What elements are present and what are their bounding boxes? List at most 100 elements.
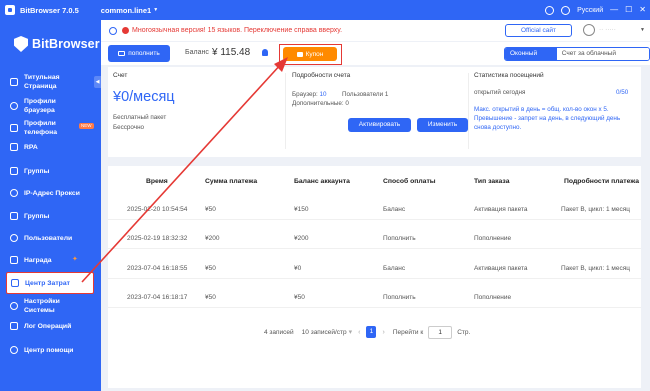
- main-content: Многоязычная версия! 15 языков. Переключ…: [101, 20, 650, 391]
- sidebar-item-operation-log[interactable]: Лог Операций: [6, 319, 94, 333]
- maximize-icon[interactable]: ☐: [625, 6, 632, 14]
- change-button[interactable]: Изменить: [417, 118, 468, 132]
- row-method: Пополнить: [383, 294, 416, 301]
- sidebar-item-groups-2[interactable]: Группы: [6, 209, 94, 223]
- browsers-value: 10: [319, 91, 327, 98]
- row-time: 2023-07-04 16:18:17: [127, 294, 188, 301]
- goto-page-input[interactable]: 1: [428, 325, 453, 339]
- browsers-label: Браузер:: [292, 91, 318, 98]
- goto-suffix: Стр.: [457, 328, 471, 336]
- app-logo-icon: [5, 5, 15, 15]
- coupon-button[interactable]: Купон: [283, 47, 337, 61]
- sidebar-item-rpa[interactable]: RPA: [6, 140, 94, 154]
- official-site-button[interactable]: Official сайт: [505, 24, 572, 37]
- sidebar-item-billing-center[interactable]: Центр Затрат: [6, 272, 94, 294]
- sidebar-item-label: Системы: [24, 307, 55, 314]
- table-header: Время Сумма платежа Баланс аккаунта Спос…: [108, 178, 641, 188]
- sidebar: BitBrowser ◀ Титульная Страница Профили бр…: [0, 20, 101, 391]
- notice-text: Многоязычная версия! 15 языков. Переключ…: [132, 27, 343, 34]
- chevron-down-icon[interactable]: ▾: [349, 328, 353, 336]
- opened-today-ratio: 0/50: [616, 89, 629, 96]
- log-icon: [10, 322, 18, 330]
- sidebar-item-label: браузера: [24, 107, 55, 114]
- account-type-switch: Оконный счет Счет за облачный телефон: [504, 47, 650, 61]
- chevron-down-icon[interactable]: ▼: [153, 7, 158, 13]
- account-summary: Счет ¥0/месяц Бесплатный пакет Бессрочно…: [108, 67, 641, 157]
- warning-icon: [122, 27, 129, 34]
- minimize-icon[interactable]: —: [610, 6, 618, 14]
- brand-logo-icon: [14, 36, 28, 52]
- coupon-icon: [296, 51, 303, 57]
- brand: BitBrowser: [14, 36, 100, 52]
- sidebar-item-browser-profiles[interactable]: Профили браузера: [6, 96, 94, 116]
- app-title: BitBrowser 7.0.5: [20, 5, 79, 15]
- collapse-sidebar-button[interactable]: ◀: [94, 76, 101, 88]
- row-type: Пополнение: [474, 235, 512, 242]
- sidebar-item-proxy[interactable]: IP-Адрес Прокси: [6, 186, 94, 200]
- visits-note: Превышение - запрет на день, в следующий…: [474, 115, 621, 122]
- sidebar-item-home[interactable]: Титульная Страница: [6, 72, 94, 92]
- row-type: Пополнение: [474, 294, 512, 301]
- page-size-select[interactable]: 10 записей/стр: [302, 329, 347, 336]
- sidebar-item-groups[interactable]: Группы: [6, 164, 94, 178]
- topup-button[interactable]: пополнить: [108, 45, 170, 62]
- topup-label: пополнить: [128, 50, 160, 57]
- user-icon: [10, 234, 18, 242]
- gift-icon: [10, 256, 18, 264]
- home-icon: [10, 78, 18, 86]
- language-selector[interactable]: Русский: [577, 7, 603, 14]
- row-type: Активация пакета: [474, 206, 528, 213]
- user-name[interactable]: ·· ·····: [599, 26, 616, 33]
- billing-icon: [11, 279, 19, 287]
- notice-bar: Многоязычная версия! 15 языков. Переключ…: [101, 20, 650, 41]
- tab-window-account[interactable]: Оконный счет: [505, 48, 557, 60]
- language-icon[interactable]: [561, 5, 571, 15]
- divider: [285, 73, 286, 149]
- tab-cloud-phone-account[interactable]: Счет за облачный телефон: [556, 48, 649, 60]
- column-header: Время: [146, 178, 168, 185]
- sidebar-item-help-center[interactable]: Центр помощи: [6, 343, 94, 357]
- goto-label: Перейти к: [392, 328, 424, 336]
- sidebar-item-label: Титульная: [24, 74, 60, 81]
- visits-note: снова доступно.: [474, 124, 522, 131]
- profile-selector[interactable]: common.line1: [101, 6, 151, 15]
- sidebar-item-label: Центр помощи: [24, 347, 74, 354]
- rpa-icon: [10, 143, 18, 151]
- row-amount: ¥200: [205, 235, 220, 242]
- sidebar-item-label: Профили: [24, 120, 56, 127]
- visits-note: Макс. открытий в день = общ. кол-во окон…: [474, 106, 609, 113]
- column-header: Подробности платежа: [564, 178, 640, 185]
- pagination: 4 записей 10 записей/стр ▾ ‹ 1 › Перейти…: [264, 325, 470, 339]
- account-title: Счет: [113, 72, 128, 79]
- settings-icon[interactable]: [545, 5, 555, 15]
- extra-count: Дополнительные: 0: [292, 100, 349, 107]
- account-term: Бессрочно: [113, 124, 145, 131]
- avatar[interactable]: [583, 24, 595, 36]
- column-header: Тип заказа: [474, 178, 510, 185]
- close-icon[interactable]: ✕: [639, 6, 646, 14]
- row-balance: ¥50: [294, 294, 305, 301]
- sidebar-item-label: Группы: [24, 213, 50, 220]
- page-button[interactable]: 1: [366, 326, 377, 338]
- sidebar-item-system-settings[interactable]: Настройки Системы: [6, 296, 94, 316]
- chevron-down-icon[interactable]: ▼: [640, 27, 645, 33]
- help-icon: [10, 346, 18, 354]
- sidebar-item-users[interactable]: Пользователи: [6, 231, 94, 245]
- sidebar-item-reward[interactable]: Награда ✦: [6, 253, 94, 267]
- row-method: Баланс: [383, 206, 406, 213]
- new-badge: NEW: [79, 123, 94, 129]
- details-title: Подробности счета: [292, 72, 351, 79]
- table-row: 2023-07-04 16:18:55 ¥50 ¥0 Баланс Актива…: [108, 258, 641, 279]
- sidebar-item-phone-profiles[interactable]: Профили телефона NEW: [6, 118, 94, 138]
- account-plan: Бесплатный пакет: [113, 114, 167, 121]
- activate-button[interactable]: Активировать: [348, 118, 411, 132]
- row-balance: ¥150: [294, 206, 309, 213]
- prev-page-icon[interactable]: ‹: [358, 329, 360, 336]
- row-balance: ¥200: [294, 235, 309, 242]
- coupon-highlight: Купон: [279, 44, 342, 65]
- bell-icon[interactable]: [262, 49, 268, 56]
- next-page-icon[interactable]: ›: [382, 329, 384, 336]
- billing-toolbar: пополнить Баланс ¥ 115.48 Купон Оконный …: [101, 41, 650, 65]
- groups-icon: [10, 212, 18, 220]
- refresh-icon[interactable]: [109, 26, 117, 35]
